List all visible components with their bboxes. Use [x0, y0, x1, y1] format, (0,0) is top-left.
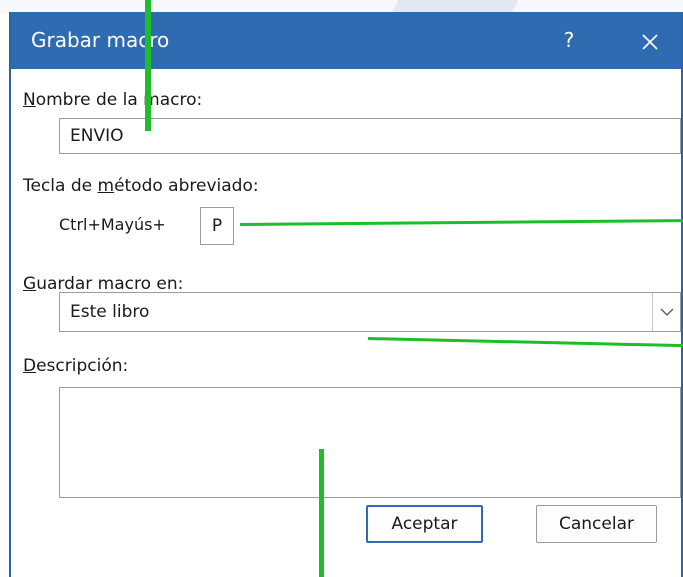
shortcut-label: Tecla de método abreviado: — [23, 176, 259, 196]
description-label: Descripción: — [23, 356, 129, 376]
chevron-down-icon — [660, 308, 674, 316]
macro-name-label: Nombre de la macro: — [23, 90, 203, 110]
ok-button[interactable]: Aceptar — [366, 505, 483, 543]
record-macro-dialog: Grabar macro ? Nombre de la macro: Tecla… — [9, 12, 683, 577]
description-textarea[interactable] — [59, 387, 681, 498]
shortcut-key-input[interactable]: P — [200, 207, 234, 245]
close-icon — [642, 33, 658, 50]
store-in-select[interactable]: Este libro — [59, 292, 681, 332]
macro-name-input[interactable] — [59, 118, 681, 154]
close-button[interactable] — [621, 12, 679, 69]
cancel-button[interactable]: Cancelar — [536, 505, 657, 543]
store-in-selected-value: Este libro — [70, 302, 150, 322]
annotation-line-macro-name — [145, 0, 151, 131]
title-bar: Grabar macro ? — [11, 12, 681, 69]
annotation-line-description — [319, 449, 324, 577]
help-button[interactable]: ? — [545, 12, 593, 69]
store-in-label: Guardar macro en: — [23, 274, 184, 294]
shortcut-prefix: Ctrl+Mayús+ — [59, 215, 166, 234]
dropdown-arrow-button[interactable] — [652, 293, 680, 331]
